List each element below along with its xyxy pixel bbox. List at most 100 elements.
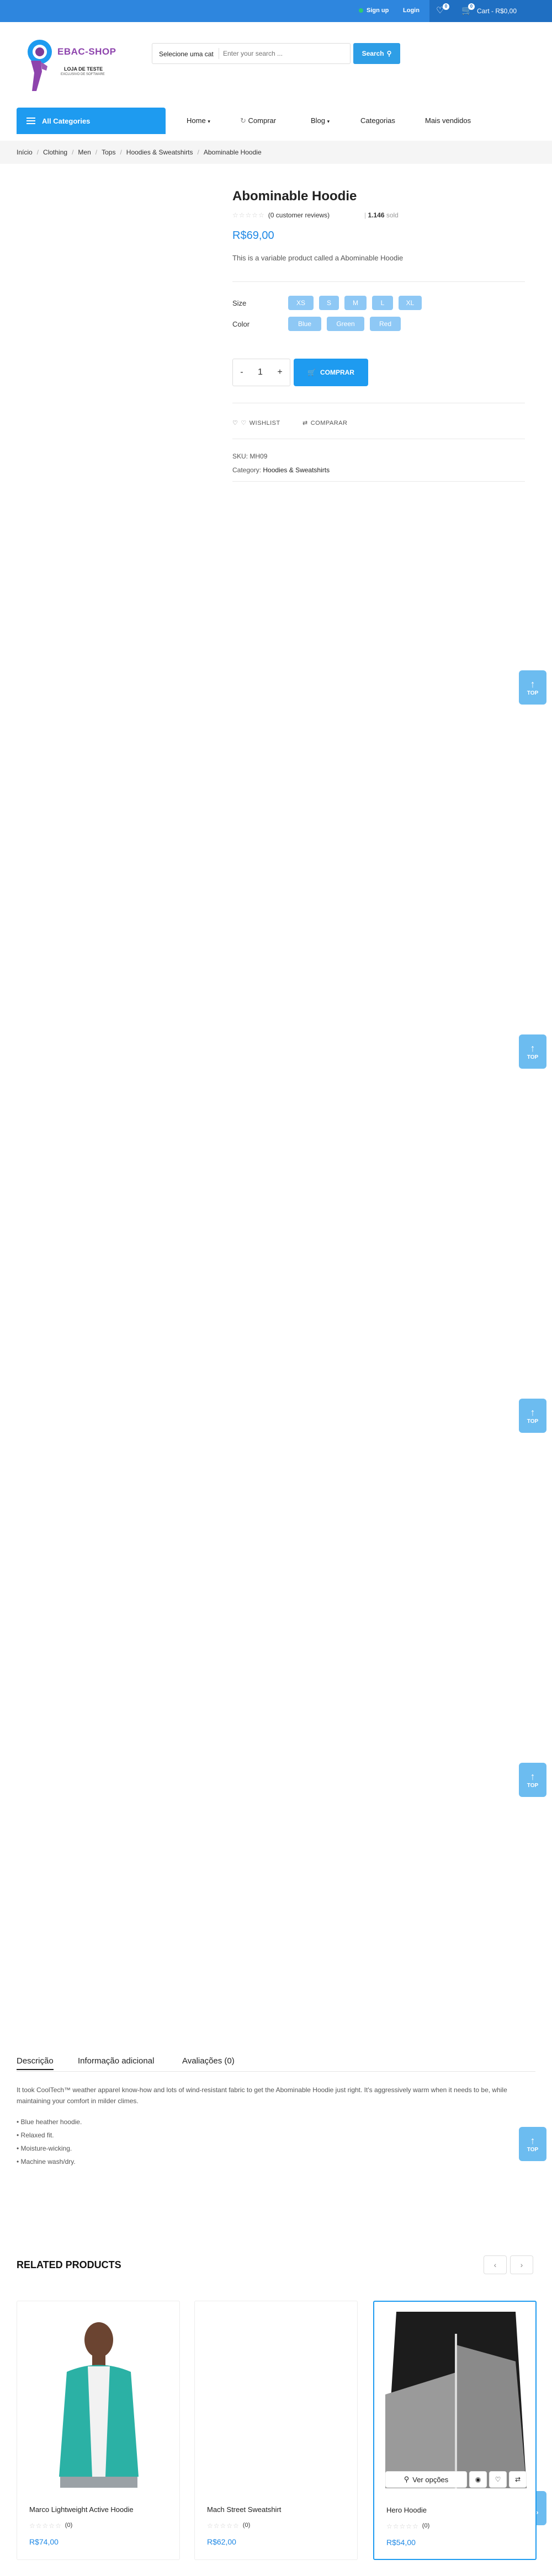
product-name[interactable]: Mach Street Sweatshirt xyxy=(207,2505,281,2514)
breadcrumb-clothing[interactable]: Clothing xyxy=(43,148,67,156)
color-option-red[interactable]: Red xyxy=(370,317,401,331)
search-category-select[interactable]: Selecione uma cat xyxy=(159,50,214,58)
product-image[interactable] xyxy=(385,2312,527,2488)
product-title: Abominable Hoodie xyxy=(232,189,357,204)
nav-item-mais-vendidos[interactable]: Mais vendidos xyxy=(425,116,471,125)
color-option-blue[interactable]: Blue xyxy=(288,317,321,331)
compare-label: COMPARAR xyxy=(310,419,348,426)
rating-count: (0) xyxy=(422,2522,430,2529)
product-rating: ☆☆☆☆☆ (0) xyxy=(29,2522,72,2530)
qty-increase-button[interactable]: + xyxy=(277,367,282,377)
product-card[interactable]: Marco Lightweight Active Hoodie ☆☆☆☆☆ (0)… xyxy=(17,2301,180,2560)
compare-icon[interactable]: ⇄ xyxy=(509,2471,527,2488)
buy-button[interactable]: 🛒 COMPRAR xyxy=(294,359,368,386)
cart-area[interactable]: ♡ 0 🛒 0 Cart - R$0,00 xyxy=(429,0,552,22)
product-short-description: This is a variable product called a Abom… xyxy=(232,254,404,262)
size-option-s[interactable]: S xyxy=(319,296,339,310)
description-bullet: • Blue heather hoodie. xyxy=(17,2118,82,2126)
tab-informacao-adicional[interactable]: Informação adicional xyxy=(78,2056,154,2066)
nav-blog-label: Blog xyxy=(311,116,326,125)
arrow-up-icon: ↑ xyxy=(530,1770,535,1782)
all-categories-button[interactable]: All Categories xyxy=(17,108,166,134)
logo-emblem-icon xyxy=(28,40,52,91)
nav-item-comprar[interactable]: ↻ Comprar xyxy=(240,116,276,125)
site-logo[interactable]: EBAC-SHOP LOJA DE TESTE EXCLUSIVO DE SOF… xyxy=(24,39,129,99)
search-icon: ⚲ xyxy=(404,2475,410,2483)
product-sku: SKU: MH09 xyxy=(232,452,267,460)
category-label: Category: xyxy=(232,466,262,474)
view-options-button[interactable]: ⚲ Ver opções xyxy=(385,2471,467,2488)
nav-comprar-label: Comprar xyxy=(248,116,277,125)
color-option-green[interactable]: Green xyxy=(327,317,364,331)
product-price: R$69,00 xyxy=(232,230,274,242)
tab-avaliacoes[interactable]: Avaliações (0) xyxy=(182,2056,235,2066)
search-button[interactable]: Search ⚲ xyxy=(353,43,400,64)
size-option-xs[interactable]: XS xyxy=(288,296,314,310)
heart-icon[interactable]: ♡ xyxy=(489,2471,507,2488)
compare-icon: ⇄ xyxy=(302,420,308,426)
arrow-up-icon: ↑ xyxy=(530,1042,535,1054)
nav-item-home[interactable]: Home ▾ xyxy=(187,116,210,125)
wishlist-link[interactable]: ♡ ♡ WISHLIST xyxy=(232,419,280,427)
product-name[interactable]: Marco Lightweight Active Hoodie xyxy=(29,2505,134,2514)
search-input[interactable] xyxy=(223,48,344,59)
category-link[interactable]: Hoodies & Sweatshirts xyxy=(263,466,330,474)
description-bullet: • Relaxed fit. xyxy=(17,2131,54,2139)
search-box: Selecione uma cat xyxy=(152,43,351,64)
description-text: It took CoolTech™ weather apparel know-h… xyxy=(17,2086,507,2105)
breadcrumb-separator: / xyxy=(120,148,122,156)
logo-subtagline: EXCLUSIVO DE SOFTWARE xyxy=(61,73,105,76)
breadcrumb-bar: Início / Clothing / Men / Tops / Hoodies & S… xyxy=(0,141,552,164)
breadcrumb-hoodies[interactable]: Hoodies & Sweatshirts xyxy=(126,148,193,156)
breadcrumb-men[interactable]: Men xyxy=(78,148,91,156)
totop-label: TOP xyxy=(527,1418,539,1425)
breadcrumb-separator: / xyxy=(95,148,98,156)
breadcrumb-inicio[interactable]: Início xyxy=(17,148,33,156)
login-link[interactable]: Login xyxy=(403,7,420,14)
qty-value[interactable]: 1 xyxy=(258,367,263,377)
size-option-xl[interactable]: XL xyxy=(399,296,422,310)
scroll-to-top-button[interactable]: ↑TOP xyxy=(519,1763,546,1797)
nav-item-categorias[interactable]: Categorias xyxy=(360,116,395,125)
product-price: R$62,00 xyxy=(207,2537,236,2546)
product-price: R$74,00 xyxy=(29,2537,59,2546)
breadcrumb-separator: / xyxy=(197,148,199,156)
search-icon: ⚲ xyxy=(386,50,392,57)
product-name[interactable]: Hero Hoodie xyxy=(386,2506,427,2514)
rating-stars: ☆☆☆☆☆ xyxy=(386,2522,419,2530)
signup-link[interactable]: Sign up xyxy=(359,7,389,14)
tab-descricao[interactable]: Descrição xyxy=(17,2056,54,2070)
review-count-link[interactable]: (0 customer reviews) xyxy=(268,211,330,219)
size-option-l[interactable]: L xyxy=(372,296,393,310)
cart-total[interactable]: Cart - R$0,00 xyxy=(477,7,517,15)
nav-item-blog[interactable]: Blog ▾ xyxy=(311,116,330,125)
scroll-to-top-button[interactable]: ↑TOP xyxy=(519,670,546,705)
size-option-m[interactable]: M xyxy=(344,296,367,310)
carousel-next-button[interactable]: › xyxy=(510,2255,533,2274)
eye-icon[interactable]: ◉ xyxy=(469,2471,487,2488)
totop-label: TOP xyxy=(527,2146,539,2153)
compare-link[interactable]: ⇄ COMPARAR xyxy=(302,419,348,427)
rating-count: (0) xyxy=(65,2522,73,2529)
rating-count: (0) xyxy=(242,2522,251,2529)
sold-label: sold xyxy=(386,211,399,219)
carousel-prev-button[interactable]: ‹ xyxy=(484,2255,507,2274)
rating-stars: ☆☆☆☆☆ xyxy=(29,2522,62,2530)
qty-decrease-button[interactable]: - xyxy=(240,367,243,377)
product-image[interactable] xyxy=(206,2311,347,2488)
description-bullet: • Moisture-wicking. xyxy=(17,2145,72,2152)
menu-icon xyxy=(26,118,35,124)
scroll-to-top-button[interactable]: ↑TOP xyxy=(519,1399,546,1433)
product-card[interactable]: Mach Street Sweatshirt ☆☆☆☆☆ (0) R$62,00 xyxy=(194,2301,358,2560)
breadcrumb-tops[interactable]: Tops xyxy=(102,148,115,156)
product-card[interactable]: ⚲ Ver opções ◉ ♡ ⇄ Hero Hoodie ☆☆☆☆☆ (0) R… xyxy=(373,2301,537,2560)
arrow-up-icon: ↑ xyxy=(530,678,535,690)
tabs-underline xyxy=(17,2071,535,2072)
quantity-stepper: - 1 + xyxy=(232,359,290,386)
heart-outline-icon: ♡ xyxy=(241,420,247,426)
color-label: Color xyxy=(232,320,250,328)
product-rating: ☆☆☆☆☆ (0) xyxy=(386,2522,429,2530)
view-options-label: Ver opções xyxy=(412,2475,449,2484)
product-image[interactable] xyxy=(28,2311,169,2488)
scroll-to-top-button[interactable]: ↑TOP xyxy=(519,1034,546,1069)
